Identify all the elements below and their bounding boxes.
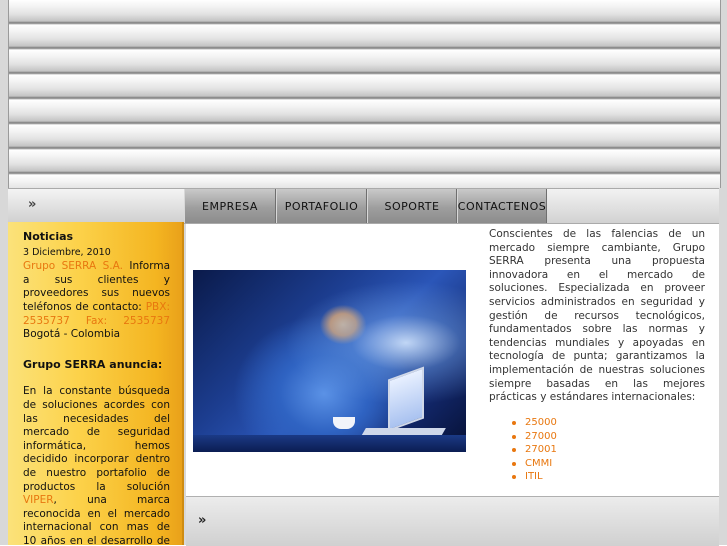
businessman-laptop-photo [193, 270, 466, 452]
tab-soporte[interactable]: SOPORTE [367, 189, 457, 223]
nav-arrows-icon: » [28, 197, 37, 212]
viper-link[interactable]: VIPER [23, 494, 54, 506]
announce-title: Grupo SERRA anuncia: [23, 357, 163, 371]
nav-tabs: EMPRESA PORTAFOLIO SOPORTE CONTACTENOS [184, 189, 547, 223]
main-nav: EMPRESA PORTAFOLIO SOPORTE CONTACTENOS [184, 188, 719, 224]
footer-arrows-icon: » [198, 513, 207, 528]
news-city: Bogotá - Colombia [23, 328, 121, 341]
footer-bar: » [186, 496, 719, 546]
news-date: 3 Diciembre, 2010 [23, 246, 111, 258]
tab-empresa[interactable]: EMPRESA [184, 189, 276, 223]
list-item: CMMI [512, 457, 557, 471]
tab-label: PORTAFOLIO [284, 199, 359, 213]
news-sidebar: Noticias 3 Diciembre, 2010 Grupo SERRA S… [8, 222, 184, 545]
news-item: Grupo SERRA S.A. Informa a sus clientes … [23, 260, 170, 342]
tab-label: EMPRESA [202, 199, 258, 213]
tab-label: CONTACTENOS [457, 199, 547, 213]
announce-body: En la constante búsqueda de soluciones a… [23, 385, 170, 545]
tab-portafolio[interactable]: PORTAFOLIO [276, 189, 367, 223]
list-item: 27000 [512, 430, 557, 444]
announce-text: En la constante búsqueda de soluciones a… [23, 385, 170, 493]
company-description: Conscientes de las falencias de un merca… [489, 228, 705, 404]
list-item: ITIL [512, 470, 557, 484]
header-banner [8, 0, 721, 188]
table-edge [193, 435, 466, 452]
main-content: Conscientes de las falencias de un merca… [186, 224, 719, 496]
tab-label: SOPORTE [384, 199, 440, 213]
list-item: 25000 [512, 416, 557, 430]
standards-list: 25000 27000 27001 CMMI ITIL [512, 416, 557, 484]
nav-left-panel: » [8, 188, 184, 224]
coffee-cup [333, 417, 355, 429]
news-title: Noticias [23, 230, 74, 243]
laptop-screen [388, 366, 424, 432]
tab-contactenos[interactable]: CONTACTENOS [457, 189, 547, 223]
list-item: 27001 [512, 443, 557, 457]
company-link[interactable]: Grupo SERRA S.A. [23, 260, 123, 272]
